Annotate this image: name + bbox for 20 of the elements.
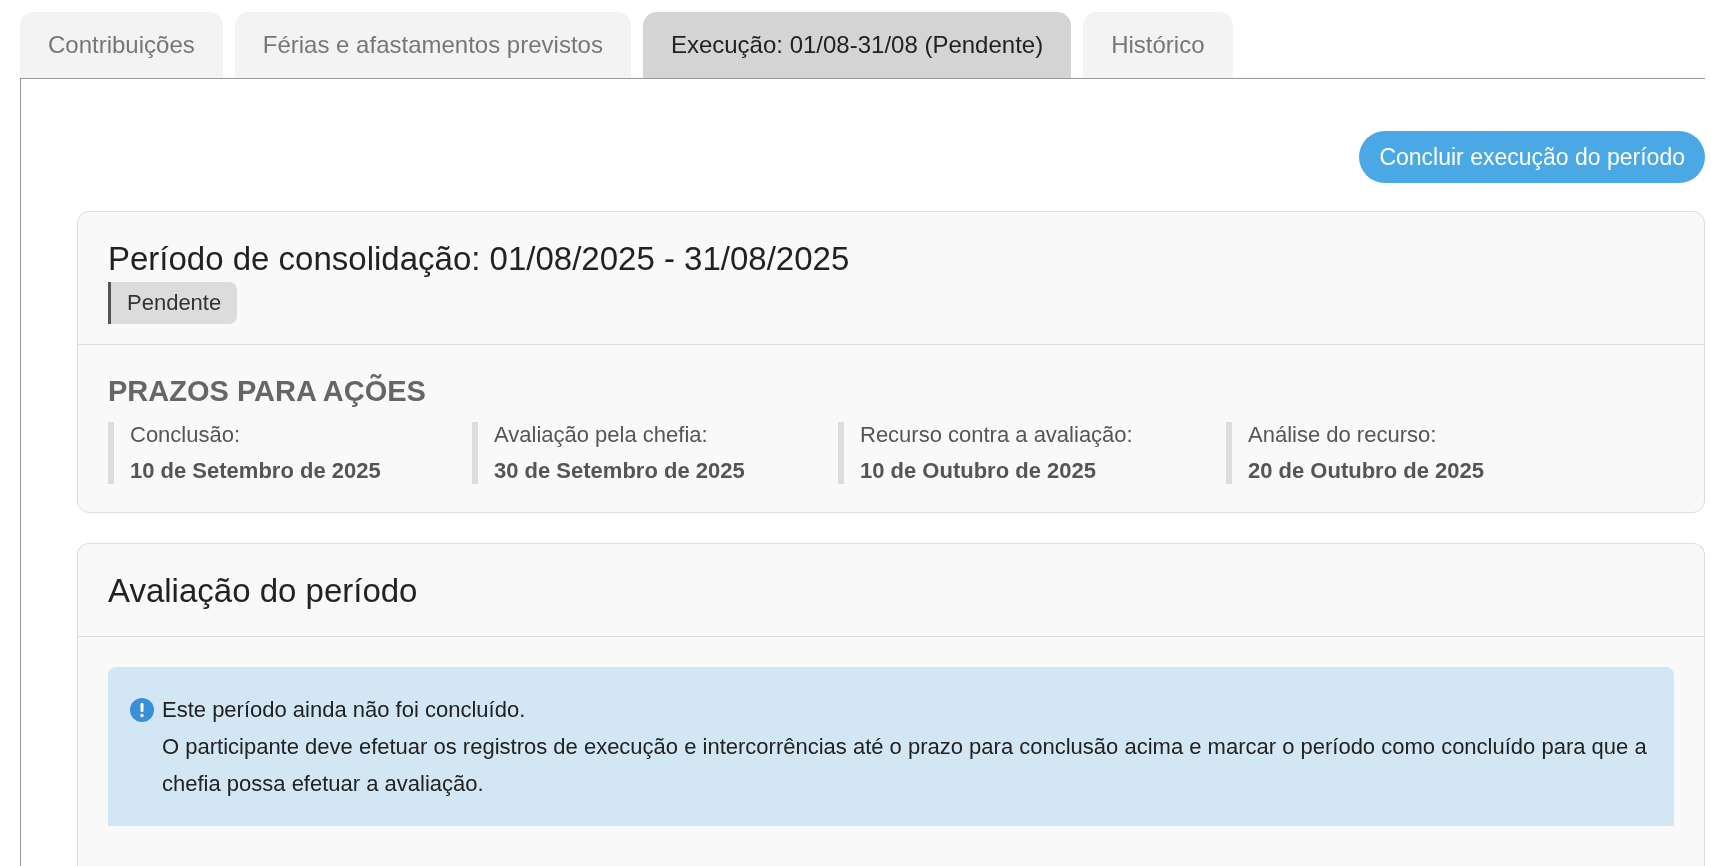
status-badge: Pendente [108,282,238,324]
conclude-button[interactable]: Concluir execução do período [1359,131,1705,183]
deadline-label: Análise do recurso: [1248,422,1438,448]
tab[interactable]: Contribuições [20,12,223,78]
alert-message: O participante deve efetuar os registros de execução e intercorrências até o prazo para conclusão acima e marcar o período como concluído para que a chefia possa efetuar a avaliação. [162,733,1648,798]
evaluation-title: Avaliação do período [108,572,418,610]
deadline-label: Conclusão: [130,422,242,448]
deadline-label: Recurso contra a avaliação: [860,422,1134,448]
tab[interactable]: Execução: 01/08-31/08 (Pendente) [642,12,1072,78]
deadline-label: Avaliação pela chefia: [494,422,709,448]
tab[interactable]: Histórico [1083,12,1233,78]
deadline-date: 30 de Setembro de 2025 [494,458,746,484]
alert-title: Este período ainda não foi concluído. [162,696,527,724]
deadline-date: 10 de Outubro de 2025 [860,458,1097,484]
deadlines-heading: PRAZOS PARA AÇÕES [108,375,427,408]
deadline-date: 20 de Outubro de 2025 [1248,458,1485,484]
tab[interactable]: Férias e afastamentos previstos [234,12,631,78]
period-title: Período de consolidação: 01/08/2025 - 31/08/2025 [108,240,850,278]
deadline-date: 10 de Setembro de 2025 [130,458,382,484]
info-icon [130,698,154,722]
